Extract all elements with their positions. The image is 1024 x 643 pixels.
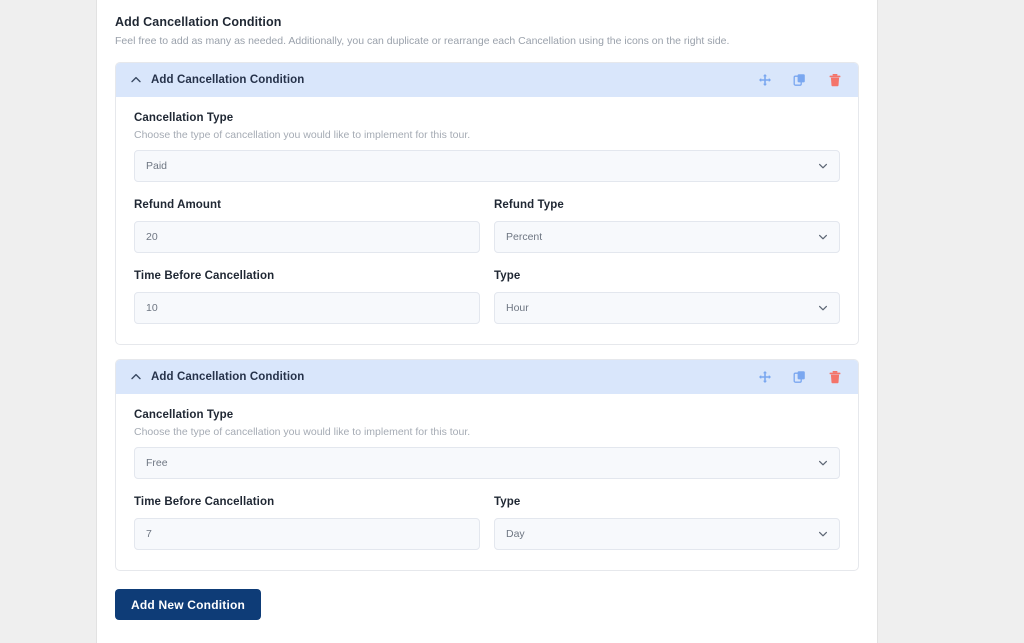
trash-icon[interactable]	[827, 73, 842, 88]
time-before-value-1: 10	[146, 302, 158, 314]
time-before-group-2: Time Before Cancellation 7	[134, 495, 480, 550]
time-before-label-1: Time Before Cancellation	[134, 270, 275, 282]
time-before-value-2: 7	[146, 528, 152, 540]
duplicate-icon[interactable]	[792, 370, 807, 385]
condition-panel-1-actions	[757, 73, 842, 88]
refund-row-1: Refund Amount 20 Refund Type Percent	[134, 198, 840, 253]
refund-amount-value-1: 20	[146, 231, 158, 243]
condition-panel-2: Add Cancellation Condition Cancellation …	[115, 359, 859, 571]
condition-panel-2-actions	[757, 370, 842, 385]
time-before-input-1[interactable]: 10	[134, 292, 480, 324]
refund-amount-group-1: Refund Amount 20	[134, 198, 480, 253]
time-type-select-2[interactable]: Day	[494, 518, 840, 550]
refund-type-label-1: Refund Type	[494, 199, 564, 211]
time-before-input-2[interactable]: 7	[134, 518, 480, 550]
time-type-value-1: Hour	[506, 302, 529, 314]
chevron-down-icon	[818, 529, 828, 539]
add-new-condition-button[interactable]: Add New Condition	[115, 589, 262, 620]
time-type-value-2: Day	[506, 528, 525, 540]
cancellation-type-value-2: Free	[146, 457, 168, 469]
chevron-up-icon[interactable]	[128, 369, 144, 385]
refund-type-group-1: Refund Type Percent	[494, 198, 840, 253]
chevron-up-icon[interactable]	[128, 72, 144, 88]
cancellation-type-label-1: Cancellation Type	[134, 112, 234, 124]
condition-panel-1-body: Cancellation Type Choose the type of can…	[116, 97, 858, 344]
page-background: Add Cancellation Condition Feel free to …	[0, 0, 1024, 643]
move-icon[interactable]	[757, 73, 772, 88]
time-row-2: Time Before Cancellation 7 Type Day	[134, 495, 840, 550]
condition-panel-1-title: Add Cancellation Condition	[151, 74, 305, 86]
condition-panel-1: Add Cancellation Condition Cancellation …	[115, 62, 859, 345]
chevron-down-icon	[818, 161, 828, 171]
trash-icon[interactable]	[827, 370, 842, 385]
condition-panel-2-body: Cancellation Type Choose the type of can…	[116, 394, 858, 570]
cancellation-type-value-1: Paid	[146, 160, 168, 172]
time-type-label-1: Type	[494, 270, 521, 282]
time-type-group-1: Type Hour	[494, 269, 840, 324]
duplicate-icon[interactable]	[792, 73, 807, 88]
page-description: Feel free to add as many as needed. Addi…	[115, 35, 730, 47]
time-type-select-1[interactable]: Hour	[494, 292, 840, 324]
content-card: Add Cancellation Condition Feel free to …	[96, 0, 878, 643]
refund-type-value-1: Percent	[506, 231, 543, 243]
time-row-1: Time Before Cancellation 10 Type Hour	[134, 269, 840, 324]
cancellation-type-select-2[interactable]: Free	[134, 447, 840, 479]
cancellation-type-select-1[interactable]: Paid	[134, 150, 840, 182]
cancellation-type-group-2: Cancellation Type Choose the type of can…	[134, 408, 840, 479]
cancellation-type-group-1: Cancellation Type Choose the type of can…	[134, 111, 840, 182]
chevron-down-icon	[818, 232, 828, 242]
cancellation-type-help-2: Choose the type of cancellation you woul…	[134, 426, 471, 438]
condition-panel-1-header[interactable]: Add Cancellation Condition	[116, 63, 858, 97]
time-type-group-2: Type Day	[494, 495, 840, 550]
chevron-down-icon	[818, 458, 828, 468]
condition-panel-2-header[interactable]: Add Cancellation Condition	[116, 360, 858, 394]
refund-type-select-1[interactable]: Percent	[494, 221, 840, 253]
condition-panel-2-title: Add Cancellation Condition	[151, 371, 305, 383]
cancellation-type-label-2: Cancellation Type	[134, 409, 234, 421]
cancellation-type-help-1: Choose the type of cancellation you woul…	[134, 129, 471, 141]
page-title: Add Cancellation Condition	[115, 15, 282, 29]
time-before-label-2: Time Before Cancellation	[134, 496, 275, 508]
time-type-label-2: Type	[494, 496, 521, 508]
move-icon[interactable]	[757, 370, 772, 385]
refund-amount-input-1[interactable]: 20	[134, 221, 480, 253]
time-before-group-1: Time Before Cancellation 10	[134, 269, 480, 324]
refund-amount-label-1: Refund Amount	[134, 199, 222, 211]
chevron-down-icon	[818, 303, 828, 313]
